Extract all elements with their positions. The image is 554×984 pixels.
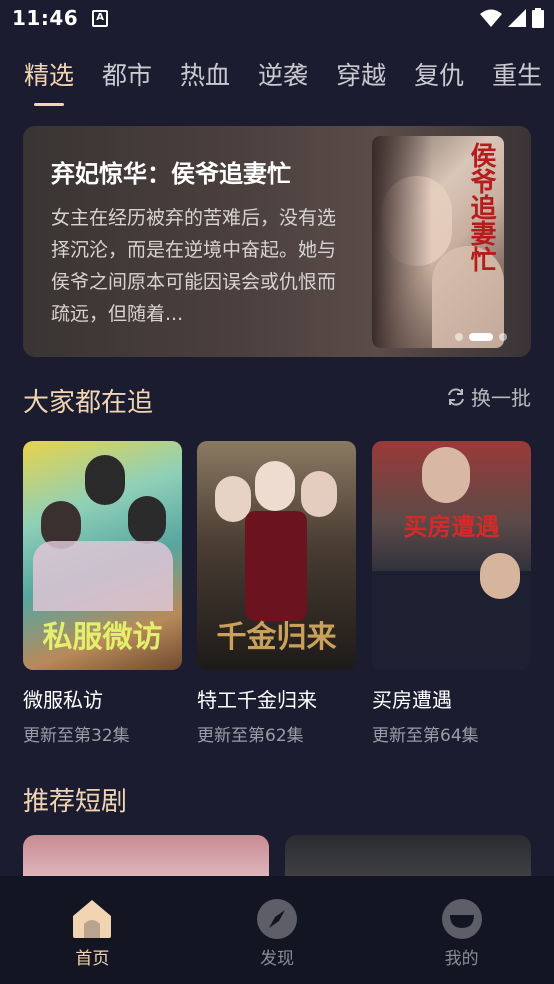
drama-title: 微服私访 bbox=[23, 688, 103, 712]
featured-banner[interactable]: 弃妃惊华：侯爷追妻忙 女主在经历被弃的苦难后，没有选择沉沦，而是在逆境中奋起。她… bbox=[23, 126, 531, 357]
poster-title-text: 千金归来 bbox=[216, 620, 337, 655]
drama-card[interactable]: 买房遭遇 买房遭遇 更新至第64集 bbox=[372, 441, 531, 746]
tab-comeback[interactable]: 逆袭 bbox=[258, 56, 308, 92]
banner-poster[interactable]: 侯爷追妻忙 bbox=[372, 136, 504, 348]
nav-home-label: 首页 bbox=[75, 949, 110, 969]
refresh-button[interactable]: 换一批 bbox=[445, 382, 531, 411]
nav-discover-label: 发现 bbox=[260, 949, 294, 969]
drama-card[interactable]: 千金归来 特工千金归来 更新至第62集 bbox=[197, 441, 356, 746]
banner-title: 弃妃惊华：侯爷追妻忙 bbox=[51, 160, 291, 188]
profile-icon bbox=[441, 899, 482, 939]
trending-title: 大家都在追 bbox=[23, 388, 154, 418]
status-bar: 11:46 A bbox=[0, 0, 554, 36]
tab-rebirth[interactable]: 重生 bbox=[492, 56, 542, 92]
drama-episode-status: 更新至第64集 bbox=[372, 726, 479, 746]
banner-pagination bbox=[455, 333, 507, 341]
drama-episode-status: 更新至第32集 bbox=[23, 726, 130, 746]
battery-icon bbox=[532, 8, 544, 28]
drama-poster[interactable]: 千金归来 bbox=[197, 441, 356, 670]
poster-title-text: 买房遭遇 bbox=[403, 513, 500, 541]
compass-icon bbox=[257, 899, 297, 939]
tab-urban[interactable]: 都市 bbox=[102, 56, 152, 92]
drama-title: 特工千金归来 bbox=[197, 688, 317, 712]
banner-poster-text: 侯爷追妻忙 bbox=[466, 142, 496, 272]
refresh-icon bbox=[448, 387, 464, 406]
drama-poster[interactable]: 买房遭遇 bbox=[372, 441, 531, 670]
nav-home[interactable]: 首页 bbox=[0, 876, 185, 984]
refresh-label: 换一批 bbox=[471, 386, 531, 410]
pagination-dot bbox=[455, 333, 463, 341]
poster-title-text: 私服微访 bbox=[42, 620, 163, 655]
home-icon bbox=[73, 900, 112, 938]
drama-episode-status: 更新至第62集 bbox=[197, 726, 304, 746]
banner-description: 女主在经历被弃的苦难后，没有选择沉沦，而是在逆境中奋起。她与侯爷之间原本可能因误… bbox=[51, 207, 337, 325]
status-time: 11:46 bbox=[12, 6, 79, 30]
tab-time-travel[interactable]: 穿越 bbox=[336, 56, 386, 92]
signal-icon bbox=[508, 9, 526, 27]
drama-card[interactable]: 私服微访 微服私访 更新至第32集 bbox=[23, 441, 182, 746]
bottom-nav: 首页 发现 我的 bbox=[0, 876, 554, 984]
nav-discover[interactable]: 发现 bbox=[185, 876, 370, 984]
status-icons bbox=[480, 8, 544, 28]
app-notification-icon: A bbox=[92, 9, 109, 27]
tab-action[interactable]: 热血 bbox=[180, 56, 230, 92]
tab-revenge[interactable]: 复仇 bbox=[414, 56, 464, 92]
pagination-dot-active bbox=[469, 333, 493, 341]
tab-featured[interactable]: 精选 bbox=[24, 56, 74, 106]
drama-title: 买房遭遇 bbox=[372, 688, 452, 712]
nav-profile[interactable]: 我的 bbox=[369, 876, 554, 984]
pagination-dot bbox=[499, 333, 507, 341]
category-tabs: 精选 都市 热血 逆袭 穿越 复仇 重生 bbox=[24, 56, 554, 106]
recommend-title: 推荐短剧 bbox=[23, 787, 128, 817]
nav-profile-label: 我的 bbox=[444, 949, 479, 969]
drama-poster[interactable]: 私服微访 bbox=[23, 441, 182, 670]
wifi-icon bbox=[480, 9, 502, 27]
